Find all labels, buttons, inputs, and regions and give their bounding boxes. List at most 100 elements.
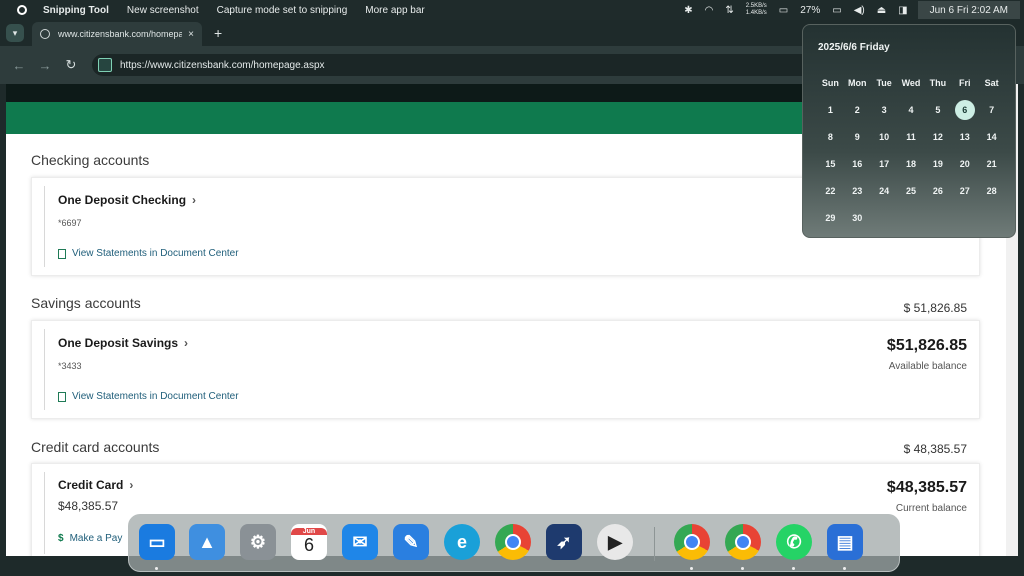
monitor-icon[interactable]: ▭ [139,524,175,560]
eject-icon[interactable]: ⏏ [877,5,886,16]
calendar-week-row: 15 16 17 18 19 20 21 [817,150,1005,177]
calendar-day[interactable]: 21 [978,159,1005,169]
settings-icon[interactable]: ⚙ [240,524,276,560]
calendar-day-number: 12 [932,131,943,142]
savings-account-number: *3433 [58,361,82,371]
calendar-day[interactable]: 12 [924,132,951,142]
calendar-icon[interactable]: Jun 6 [291,524,327,560]
calendar-day[interactable]: 30 [844,213,871,223]
calendar-day-number: 24 [879,185,890,196]
mail-icon[interactable]: ✉ [342,524,378,560]
edge-icon[interactable]: e [444,524,480,560]
system-tray: ✱ ◠ ⇅ 2.5KB/s 1.4KB/s ▭ 27% ▭ ◀) ⏏ ◨ Jun… [678,0,1024,20]
calendar-day-number: 27 [959,185,970,196]
chrome-icon[interactable] [674,524,710,560]
savings-statements-link-label: View Statements in Document Center [72,391,239,402]
chrome-icon[interactable] [495,524,531,560]
calendar-day-number: 28 [986,185,997,196]
calendar-day[interactable]: 10 [871,132,898,142]
calendar-day[interactable]: 2 [844,105,871,115]
menu-capture-mode[interactable]: Capture mode set to snipping [217,5,348,16]
calendar-day[interactable]: 13 [951,132,978,142]
calendar-day[interactable]: 1 [817,105,844,115]
calendar-day[interactable]: 27 [951,186,978,196]
make-payment-link[interactable]: $ Make a Pay [58,533,122,544]
calendar-day[interactable]: 7 [978,105,1005,115]
calendar-day[interactable]: 14 [978,132,1005,142]
tab-list-chevron-down-icon[interactable]: ▾ [6,24,24,42]
calendar-day[interactable]: 23 [844,186,871,196]
calendar-day[interactable]: 18 [898,159,925,169]
new-tab-button[interactable]: + [214,25,222,41]
calendar-day[interactable]: 19 [924,159,951,169]
calendar-icon-month: Jun [291,528,327,535]
pen-icon[interactable]: ✎ [393,524,429,560]
calendar-day[interactable]: 17 [871,159,898,169]
make-payment-link-label: Make a Pay [69,533,123,544]
photos-icon[interactable]: ▲ [189,524,225,560]
rocket-icon[interactable]: ➶ [546,524,582,560]
site-info-icon[interactable] [98,58,112,72]
calendar-day[interactable]: 15 [817,159,844,169]
checking-statements-link[interactable]: View Statements in Document Center [58,248,239,259]
whatsapp-icon[interactable]: ✆ [776,524,812,560]
menu-more-app-bar[interactable]: More app bar [365,5,424,16]
card-divider [44,186,45,267]
media-player-icon[interactable]: ▶ [597,524,633,560]
calendar-day-number: 7 [989,104,995,115]
dollar-icon: $ [58,533,64,544]
wifi-icon[interactable]: ◠ [705,5,714,16]
menu-new-screenshot[interactable]: New screenshot [127,5,199,16]
app-record-icon[interactable] [17,5,27,15]
calendar-week-row: 8 9 10 11 12 13 14 [817,123,1005,150]
globe-icon [40,29,50,39]
back-arrow-icon[interactable]: ← [12,58,26,73]
calendar-day[interactable]: 11 [898,132,925,142]
clock[interactable]: Jun 6 Fri 2:02 AM [917,1,1020,19]
browser-tab[interactable]: www.citizensbank.com/homepa × [32,22,202,46]
notes-icon[interactable]: ▤ [827,524,863,560]
calendar-day[interactable]: 3 [871,105,898,115]
credit-account-name[interactable]: Credit Card › [58,478,133,492]
app-name[interactable]: Snipping Tool [43,5,109,16]
control-center-icon[interactable]: ◨ [898,5,907,16]
reload-icon[interactable]: ↻ [64,57,78,73]
battery-percent: 27% [800,4,821,16]
display-icon[interactable]: ▭ [779,5,788,16]
forward-arrow-icon[interactable]: → [38,58,52,73]
tab-title: www.citizensbank.com/homepa [58,29,183,39]
calendar-day-number: 29 [825,212,836,223]
savings-account-card: One Deposit Savings › *3433 View Statemen… [31,320,980,419]
battery-icon[interactable]: ▭ [832,5,841,16]
checking-account-name[interactable]: One Deposit Checking › [58,193,196,207]
calendar-day-number: 26 [932,185,943,196]
calendar-day[interactable]: 25 [898,186,925,196]
savings-statements-link[interactable]: View Statements in Document Center [58,391,239,402]
calendar-day[interactable]: 26 [924,186,951,196]
calendar-day[interactable]: 22 [817,186,844,196]
chevron-right-icon: › [129,478,134,492]
calendar-day[interactable]: 29 [817,213,844,223]
calendar-day[interactable]: 20 [951,159,978,169]
address-bar-url: https://www.citizensbank.com/homepage.as… [120,59,325,71]
tab-close-icon[interactable]: × [188,29,194,40]
calendar-day-number: 14 [986,131,997,142]
top-menu-bar: Snipping Tool New screenshot Capture mod… [0,0,1024,20]
document-icon [58,391,66,402]
weekday-label: Sun [821,77,839,88]
calendar-day[interactable]: 5 [924,105,951,115]
calendar-day[interactable]: 28 [978,186,1005,196]
calendar-day[interactable]: 8 [817,132,844,142]
chrome-icon[interactable] [725,524,761,560]
credit-balance: $48,385.57 [886,479,967,496]
calendar-day[interactable]: 24 [871,186,898,196]
bluetooth-icon[interactable]: ✱ [684,5,692,16]
calendar-header: 2025/6/6 Friday [818,42,890,53]
calendar-day-today[interactable]: 6 [951,99,978,120]
calendar-day[interactable]: 4 [898,105,925,115]
volume-icon[interactable]: ◀) [854,5,865,16]
savings-account-name[interactable]: One Deposit Savings › [58,336,188,350]
calendar-day[interactable]: 16 [844,159,871,169]
transfer-icon: ⇅ [725,4,734,16]
calendar-day[interactable]: 9 [844,132,871,142]
